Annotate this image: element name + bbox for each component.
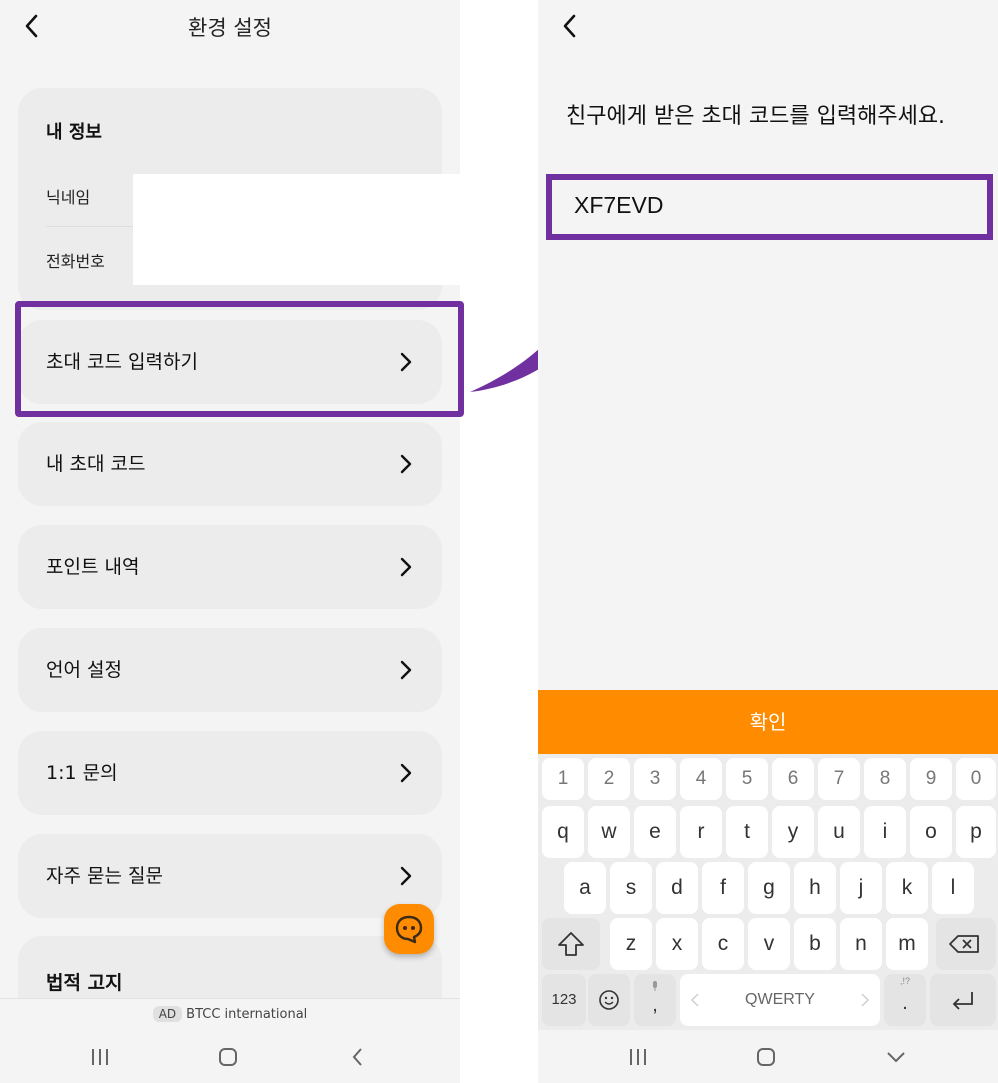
symbols-key[interactable]: 123 <box>542 974 586 1026</box>
hide-keyboard-icon[interactable] <box>879 1040 913 1074</box>
key-h[interactable]: h <box>794 862 836 914</box>
enter-icon <box>952 992 973 1010</box>
menu-item-label: 포인트 내역 <box>46 556 140 578</box>
recent-apps-icon[interactable] <box>83 1040 117 1074</box>
key-o[interactable]: o <box>910 806 952 858</box>
key-p[interactable]: p <box>956 806 996 858</box>
menu-item-label: 자주 묻는 질문 <box>46 865 163 887</box>
key-4[interactable]: 4 <box>680 758 722 800</box>
nickname-label: 닉네임 <box>46 188 91 207</box>
space-label: QWERTY <box>745 991 815 1008</box>
backspace-icon <box>949 935 979 953</box>
key-s[interactable]: s <box>610 862 652 914</box>
enter-key[interactable] <box>930 974 996 1026</box>
key-t[interactable]: t <box>726 806 768 858</box>
key-j[interactable]: j <box>840 862 882 914</box>
menu-item-faq[interactable]: 자주 묻는 질문 <box>18 834 442 918</box>
page-title: 환경 설정 <box>188 16 272 40</box>
chevron-right-icon <box>400 763 412 783</box>
key-f[interactable]: f <box>702 862 744 914</box>
key-e[interactable]: e <box>634 806 676 858</box>
system-nav-bar <box>0 1040 460 1074</box>
key-2[interactable]: 2 <box>588 758 630 800</box>
key-9[interactable]: 9 <box>910 758 952 800</box>
key-d[interactable]: d <box>656 862 698 914</box>
emoji-key[interactable] <box>588 974 630 1026</box>
chat-button[interactable] <box>384 904 434 954</box>
ad-text: BTCC international <box>186 1007 308 1022</box>
key-r[interactable]: r <box>680 806 722 858</box>
key-8[interactable]: 8 <box>864 758 906 800</box>
key-m[interactable]: m <box>886 918 928 970</box>
recent-apps-icon[interactable] <box>621 1040 655 1074</box>
invite-code-screen: 친구에게 받은 초대 코드를 입력해주세요. XF7EVD 확인 1 2 3 4… <box>538 0 998 1083</box>
space-key[interactable]: QWERTY <box>680 974 880 1026</box>
menu-item-my-invite-code[interactable]: 내 초대 코드 <box>18 422 442 506</box>
chevron-right-icon <box>400 660 412 680</box>
key-5[interactable]: 5 <box>726 758 768 800</box>
profile-title: 내 정보 <box>46 122 102 143</box>
back-icon[interactable] <box>560 12 580 40</box>
key-i[interactable]: i <box>864 806 906 858</box>
key-c[interactable]: c <box>702 918 744 970</box>
key-7[interactable]: 7 <box>818 758 860 800</box>
shift-icon <box>558 932 584 956</box>
key-0[interactable]: 0 <box>956 758 996 800</box>
phone-label: 전화번호 <box>46 252 105 271</box>
menu-item-label: 내 초대 코드 <box>46 453 146 475</box>
menu-item-inquiry[interactable]: 1:1 문의 <box>18 731 442 815</box>
highlight-frame <box>15 301 464 417</box>
period-label: . <box>902 992 908 1014</box>
keyboard: 1 2 3 4 5 6 7 8 9 0 q w e r t y u i o p … <box>538 754 998 1030</box>
period-sub-label: ,!? <box>899 976 910 986</box>
comparison-stage: 환경 설정 내 정보 닉네임 전화번호 초대 코드 입력하기 내 초대 코드 포… <box>0 0 998 1083</box>
key-y[interactable]: y <box>772 806 814 858</box>
backspace-key[interactable] <box>936 918 996 970</box>
redacted-area <box>133 174 460 285</box>
key-1[interactable]: 1 <box>542 758 584 800</box>
comma-label: , <box>652 994 658 1016</box>
confirm-button[interactable]: 확인 <box>538 690 998 754</box>
key-z[interactable]: z <box>610 918 652 970</box>
invite-code-input[interactable]: XF7EVD <box>546 174 993 240</box>
chevron-right-icon <box>400 557 412 577</box>
key-w[interactable]: w <box>588 806 630 858</box>
settings-screen: 환경 설정 내 정보 닉네임 전화번호 초대 코드 입력하기 내 초대 코드 포… <box>0 0 460 1083</box>
key-a[interactable]: a <box>564 862 606 914</box>
key-x[interactable]: x <box>656 918 698 970</box>
emoji-icon <box>599 990 619 1010</box>
shift-key[interactable] <box>542 918 600 970</box>
key-g[interactable]: g <box>748 862 790 914</box>
key-v[interactable]: v <box>748 918 790 970</box>
menu-item-language[interactable]: 언어 설정 <box>18 628 442 712</box>
home-icon[interactable] <box>211 1040 245 1074</box>
ad-badge: AD <box>152 1006 183 1022</box>
key-3[interactable]: 3 <box>634 758 676 800</box>
home-icon[interactable] <box>749 1040 783 1074</box>
invite-code-prompt: 친구에게 받은 초대 코드를 입력해주세요. <box>566 104 946 129</box>
menu-item-label: 언어 설정 <box>46 659 122 681</box>
key-q[interactable]: q <box>542 806 584 858</box>
chat-icon <box>395 915 423 944</box>
key-6[interactable]: 6 <box>772 758 814 800</box>
invite-code-value: XF7EVD <box>574 192 664 218</box>
comma-key[interactable]: , <box>634 974 676 1026</box>
menu-item-point-history[interactable]: 포인트 내역 <box>18 525 442 609</box>
key-n[interactable]: n <box>840 918 882 970</box>
key-k[interactable]: k <box>886 862 928 914</box>
chevron-right-icon <box>400 454 412 474</box>
legal-title: 법적 고지 <box>46 972 123 994</box>
menu-item-label: 1:1 문의 <box>46 762 118 784</box>
chevron-right-icon <box>400 866 412 886</box>
key-l[interactable]: l <box>932 862 974 914</box>
system-nav-bar <box>538 1040 998 1074</box>
nav-back-icon[interactable] <box>341 1040 375 1074</box>
key-u[interactable]: u <box>818 806 860 858</box>
key-b[interactable]: b <box>794 918 836 970</box>
period-key[interactable]: ,!? . <box>884 974 926 1026</box>
